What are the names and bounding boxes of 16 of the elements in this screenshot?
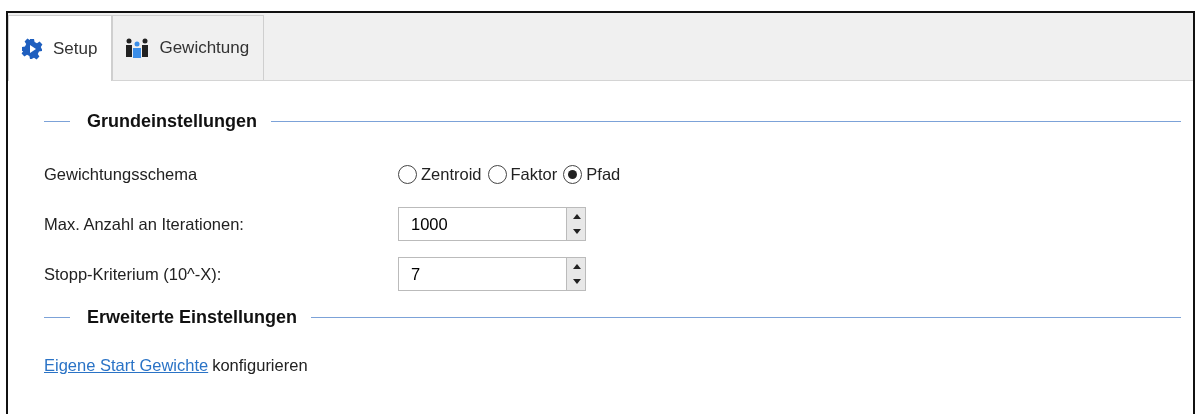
radio-option[interactable]: Pfad [563,161,621,187]
tab[interactable]: Gewichtung [112,15,265,80]
radio-option[interactable]: Faktor [487,161,558,187]
field-label: Stopp-Kriterium (10^-X): [44,263,223,285]
tab[interactable]: Setup [8,15,113,81]
section-title: Erweiterte Einstellungen [87,305,298,329]
people-icon [125,37,150,59]
gear-icon [21,37,43,60]
field-label: Max. Anzahl an Iterationen: [44,213,245,235]
section-title: Grundeinstellungen [87,109,257,133]
field-label: Gewichtungsschema [44,163,199,185]
link[interactable]: Eigene Start Gewichte [44,352,209,378]
link-suffix-text: konfigurieren [212,354,308,376]
number-field[interactable]: 1000 [398,207,566,241]
radio-option[interactable]: Zentroid [398,161,482,187]
number-field[interactable]: 7 [398,257,566,291]
